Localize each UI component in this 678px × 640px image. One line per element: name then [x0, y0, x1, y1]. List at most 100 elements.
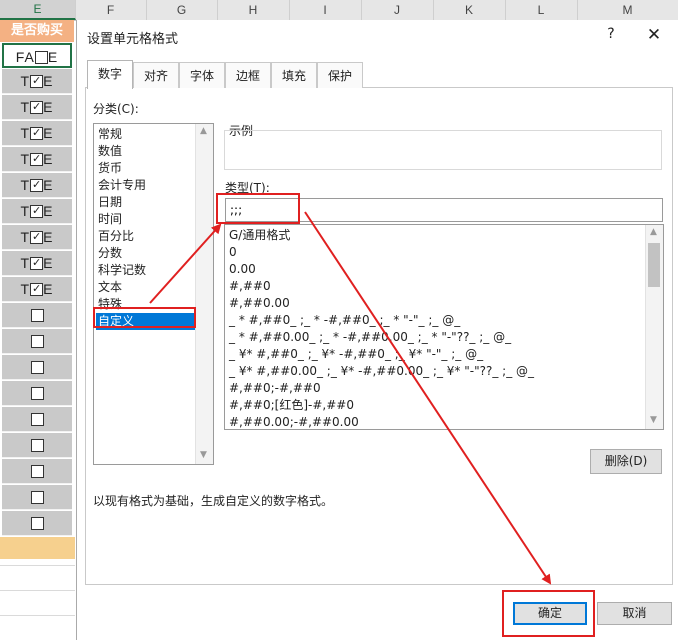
checkbox-icon[interactable] — [30, 490, 44, 504]
column-header-i[interactable]: I — [289, 0, 362, 20]
cell-checkbox-empty[interactable] — [2, 355, 72, 380]
cell-checkbox-true[interactable]: T ✓ E — [2, 199, 72, 224]
column-header-f[interactable]: F — [75, 0, 147, 20]
annotation-box-type — [216, 193, 300, 224]
tab-protection[interactable]: 保护 — [317, 62, 363, 88]
annotation-box-ok — [502, 590, 595, 637]
checkbox-icon[interactable] — [30, 464, 44, 478]
category-item[interactable]: 数值 — [96, 143, 198, 160]
checkbox-icon[interactable] — [30, 360, 44, 374]
cell-checkbox-empty[interactable] — [2, 511, 72, 536]
column-header-e[interactable]: E — [0, 0, 76, 20]
category-scrollbar[interactable]: ▲ ▼ — [195, 124, 213, 464]
cell-checkbox-true[interactable]: T ✓ E — [2, 69, 72, 94]
cell-checkbox-true[interactable]: T ✓ E — [2, 173, 72, 198]
cell-checkbox-true[interactable]: T ✓ E — [2, 225, 72, 250]
format-scrollbar[interactable]: ▲ ▼ — [645, 225, 663, 429]
format-code-item[interactable]: #,##0.00 — [229, 295, 290, 312]
cell-checkbox-empty[interactable] — [2, 485, 72, 510]
checkbox-checked-icon[interactable]: ✓ — [30, 126, 44, 140]
cell-checkbox-empty[interactable] — [2, 329, 72, 354]
help-button[interactable]: ? — [601, 26, 621, 46]
cell-checkbox-true[interactable]: T ✓ E — [2, 147, 72, 172]
category-item[interactable]: 日期 — [96, 194, 198, 211]
category-list[interactable]: 常规 数值 货币 会计专用 日期 时间 百分比 分数 科学记数 文本 特殊 自定义 ▲ ▼ — [93, 123, 214, 465]
cell-checkbox-true[interactable]: T ✓ E — [2, 277, 72, 302]
cell-checkbox-false[interactable]: FA E — [2, 43, 72, 68]
category-item[interactable]: 货币 — [96, 160, 198, 177]
format-code-item[interactable]: #,##0;-#,##0 — [229, 380, 321, 397]
category-item[interactable]: 百分比 — [96, 228, 198, 245]
cell-checkbox-true[interactable]: T ✓ E — [2, 95, 72, 120]
summary-cell[interactable] — [0, 537, 75, 559]
format-code-item[interactable]: 0 — [229, 244, 237, 261]
tab-font[interactable]: 字体 — [179, 62, 225, 88]
category-item[interactable]: 时间 — [96, 211, 198, 228]
format-code-item[interactable]: #,##0;[红色]-#,##0 — [229, 397, 354, 414]
checkbox-icon[interactable] — [30, 334, 44, 348]
annotation-box-custom — [93, 307, 196, 328]
checkbox-icon[interactable] — [30, 438, 44, 452]
tab-fill[interactable]: 填充 — [271, 62, 317, 88]
checkbox-icon[interactable] — [30, 386, 44, 400]
checkbox-checked-icon[interactable]: ✓ — [30, 230, 44, 244]
description-text: 以现有格式为基础，生成自定义的数字格式。 — [93, 494, 334, 508]
format-code-item[interactable]: G/通用格式 — [229, 227, 290, 244]
checkbox-icon[interactable] — [34, 50, 48, 64]
column-header-m[interactable]: M — [577, 0, 678, 20]
header-cell-purchase[interactable]: 是否购买 — [0, 20, 74, 42]
checkbox-checked-icon[interactable]: ✓ — [30, 152, 44, 166]
cancel-button[interactable]: 取消 — [597, 602, 672, 625]
tab-number[interactable]: 数字 — [87, 60, 133, 89]
format-code-item[interactable]: #,##0 — [229, 278, 271, 295]
checkbox-checked-icon[interactable]: ✓ — [30, 178, 44, 192]
cell-checkbox-empty[interactable] — [2, 459, 72, 484]
scroll-up-icon[interactable]: ▲ — [200, 126, 207, 136]
cell-checkbox-empty[interactable] — [2, 381, 72, 406]
format-code-item[interactable]: _ * #,##0.00_ ;_ * -#,##0.00_ ;_ * "-"??… — [229, 329, 511, 346]
cell-checkbox-empty[interactable] — [2, 303, 72, 328]
checkbox-icon[interactable] — [30, 308, 44, 322]
category-label: 分类(C): — [93, 102, 139, 116]
category-item[interactable]: 科学记数 — [96, 262, 198, 279]
checkbox-icon[interactable] — [30, 412, 44, 426]
column-header-h[interactable]: H — [217, 0, 290, 20]
column-header-j[interactable]: J — [361, 0, 434, 20]
checkbox-checked-icon[interactable]: ✓ — [30, 100, 44, 114]
column-header-l[interactable]: L — [505, 0, 578, 20]
cell-checkbox-true[interactable]: T ✓ E — [2, 121, 72, 146]
format-code-item[interactable]: _ ¥* #,##0.00_ ;_ ¥* -#,##0.00_ ;_ ¥* "-… — [229, 363, 534, 380]
category-item[interactable]: 文本 — [96, 279, 198, 296]
format-code-list[interactable]: G/通用格式 0 0.00 #,##0 #,##0.00 _ * #,##0_ ;_ * … — [224, 224, 664, 430]
scroll-up-icon[interactable]: ▲ — [650, 227, 657, 237]
format-code-item[interactable]: 0.00 — [229, 261, 256, 278]
example-preview — [224, 130, 662, 170]
dialog-title-bar: 设置单元格格式 ? ✕ — [77, 20, 678, 52]
checkbox-checked-icon[interactable]: ✓ — [30, 282, 44, 296]
scroll-down-icon[interactable]: ▼ — [200, 450, 207, 460]
tab-alignment[interactable]: 对齐 — [133, 62, 179, 88]
tab-border[interactable]: 边框 — [225, 62, 271, 88]
close-icon[interactable]: ✕ — [643, 25, 665, 47]
checkbox-checked-icon[interactable]: ✓ — [30, 74, 44, 88]
category-item[interactable]: 会计专用 — [96, 177, 198, 194]
delete-button[interactable]: 删除(D) — [590, 449, 662, 474]
scroll-down-icon[interactable]: ▼ — [650, 415, 657, 425]
format-code-item[interactable]: _ * #,##0_ ;_ * -#,##0_ ;_ * "-"_ ;_ @_ — [229, 312, 460, 329]
checkbox-checked-icon[interactable]: ✓ — [30, 204, 44, 218]
cell-checkbox-true[interactable]: T ✓ E — [2, 251, 72, 276]
checkbox-icon[interactable] — [30, 516, 44, 530]
column-header-g[interactable]: G — [146, 0, 218, 20]
column-header-k[interactable]: K — [433, 0, 506, 20]
format-cells-dialog: 设置单元格格式 ? ✕ 数字 对齐 字体 边框 填充 保护 分类(C): 常规数… — [76, 20, 678, 640]
cell-checkbox-empty[interactable] — [2, 433, 72, 458]
format-code-item[interactable]: _ ¥* #,##0_ ;_ ¥* -#,##0_ ;_ ¥* "-"_ ;_ … — [229, 346, 483, 363]
cell-checkbox-empty[interactable] — [2, 407, 72, 432]
format-code-item[interactable]: #,##0.00;-#,##0.00 — [229, 414, 359, 429]
scroll-thumb[interactable] — [648, 243, 660, 287]
checkbox-checked-icon[interactable]: ✓ — [30, 256, 44, 270]
sheet-column-e: 是否购买 FA E T ✓ E T ✓ E T ✓ E T ✓ E T ✓ E T ✓ E T ✓ E T ✓ E T ✓ E — [0, 20, 75, 640]
category-item[interactable]: 分数 — [96, 245, 198, 262]
dialog-title: 设置单元格格式 — [87, 32, 179, 47]
category-item[interactable]: 常规 — [96, 126, 198, 143]
